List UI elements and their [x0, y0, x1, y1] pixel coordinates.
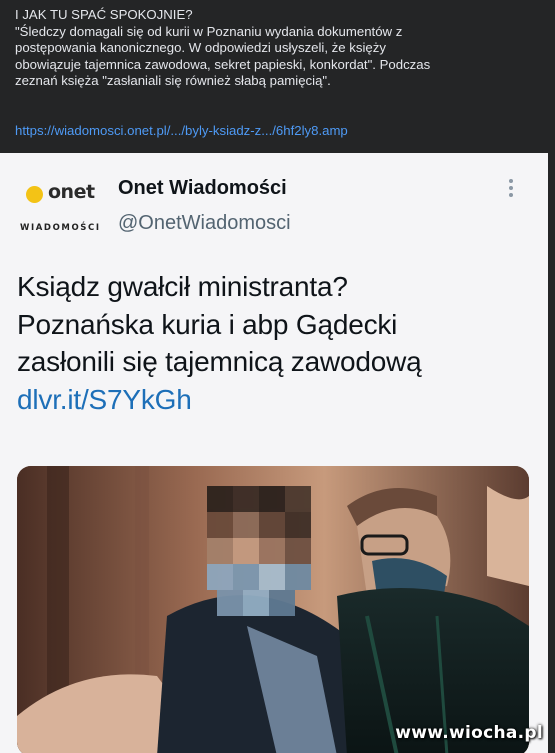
post-title: I JAK TU SPAĆ SPOKOJNIE?: [15, 7, 193, 22]
account-handle[interactable]: @OnetWiadomosci: [118, 212, 291, 235]
onet-logo-word: onet: [48, 181, 95, 203]
article-link[interactable]: https://wiadomosci.onet.pl/.../byly-ksia…: [15, 123, 348, 138]
headline-line: Poznańska kuria i abp Gądecki: [17, 308, 398, 340]
post-line: obowiązuje tajemnica zawodowa, sekret pa…: [15, 56, 431, 72]
post-line: zeznań księża "zasłaniali się również sł…: [15, 73, 331, 88]
post-line: "Śledczy domagali się od kurii w Poznani…: [15, 23, 403, 39]
more-options-icon[interactable]: [508, 179, 514, 201]
tweet-photo[interactable]: [17, 466, 529, 753]
watermark: www.wiocha.pl: [395, 723, 543, 743]
tweet-card[interactable]: onet WIADOMOŚCI Onet Wiadomości @OnetWia…: [0, 153, 548, 753]
post-text: I JAK TU SPAĆ SPOKOJNIE? "Śledczy domaga…: [15, 7, 535, 90]
headline-line: Ksiądz gwałcił ministranta?: [17, 271, 348, 302]
photo-image: [17, 466, 529, 753]
tweet-short-link[interactable]: dlvr.it/S7YkGh: [17, 381, 542, 419]
onet-logo-subword: WIADOMOŚCI: [20, 223, 101, 233]
onet-logo[interactable]: onet WIADOMOŚCI: [10, 167, 100, 237]
headline-line: zasłonili się tajemnicą zawodową: [17, 346, 422, 377]
tweet-headline: Ksiądz gwałcił ministranta? Poznańska ku…: [17, 268, 542, 418]
post-line: postępowania kanonicznego. W odpowiedzi …: [15, 40, 386, 55]
account-name[interactable]: Onet Wiadomości: [118, 177, 287, 200]
onet-dot-icon: [26, 186, 43, 203]
